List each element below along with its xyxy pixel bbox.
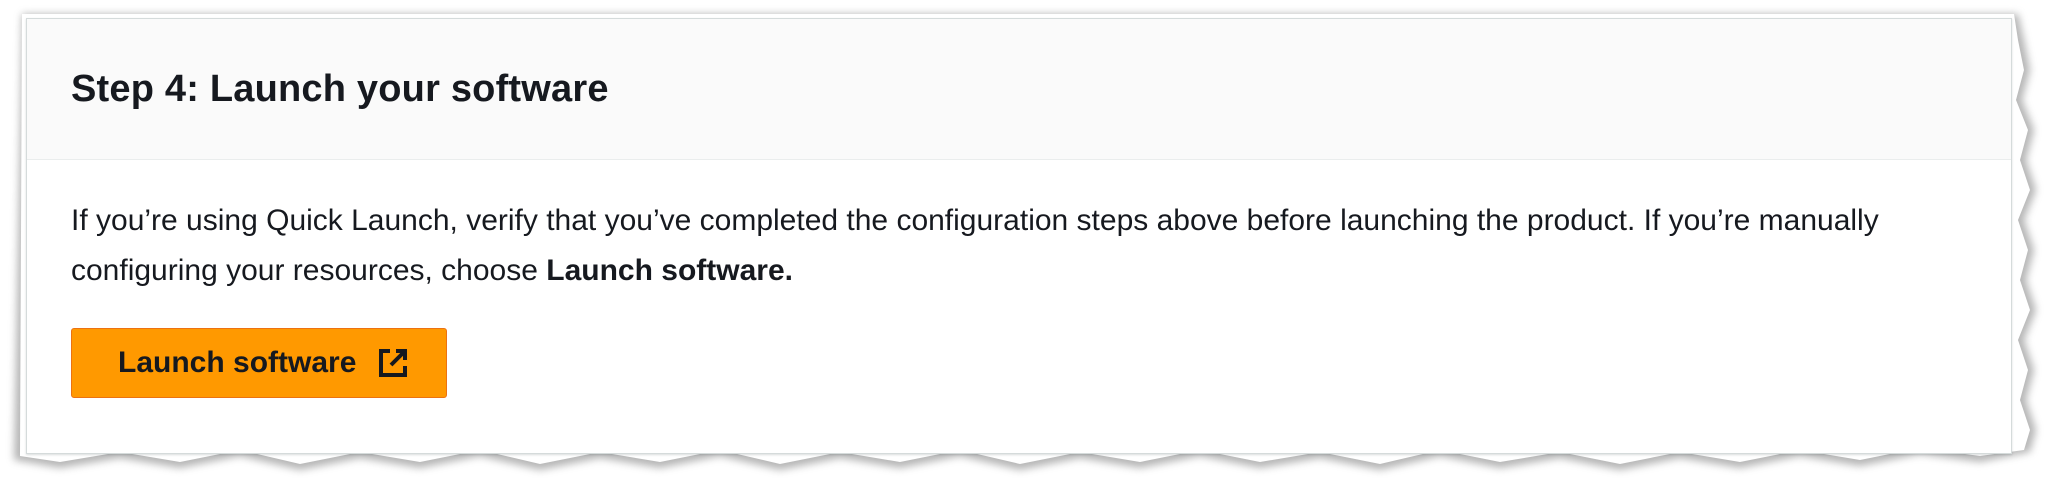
panel-title: Step 4: Launch your software <box>71 67 609 110</box>
launch-software-button[interactable]: Launch software <box>71 328 448 398</box>
launch-panel: Step 4: Launch your software If you’re u… <box>26 18 2012 454</box>
launch-button-label: Launch software <box>118 346 357 379</box>
description-emphasis: Launch software. <box>546 254 793 287</box>
panel-body: If you’re using Quick Launch, verify tha… <box>27 160 2011 398</box>
description-text: If you’re using Quick Launch, verify tha… <box>71 204 1879 287</box>
external-link-icon <box>376 346 410 380</box>
panel-header: Step 4: Launch your software <box>27 19 2011 160</box>
panel-description: If you’re using Quick Launch, verify tha… <box>71 196 1951 296</box>
